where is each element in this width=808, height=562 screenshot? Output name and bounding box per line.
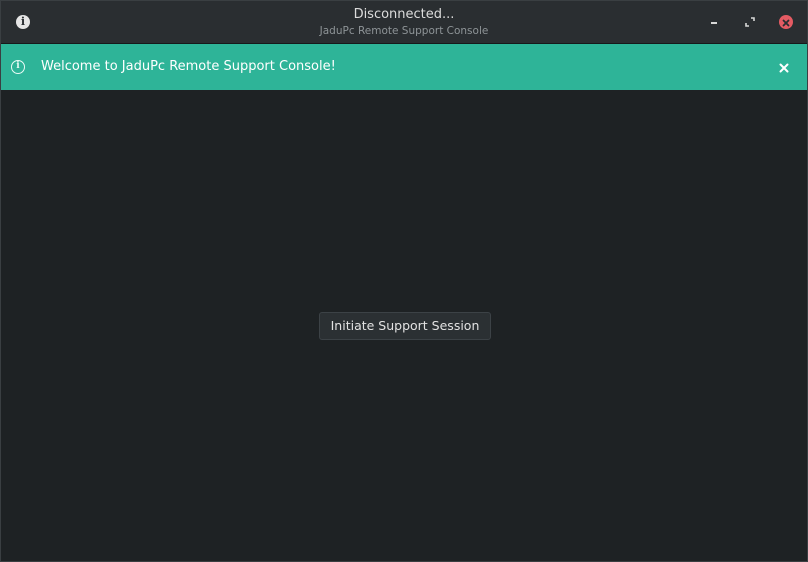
initiate-support-session-button[interactable]: Initiate Support Session [319, 312, 491, 340]
minimize-button[interactable] [706, 14, 722, 30]
banner-close-button[interactable] [777, 60, 791, 74]
close-icon [779, 63, 789, 73]
title-bar[interactable]: i Disconnected... JaduPc Remote Support … [1, 1, 807, 44]
app-window: i Disconnected... JaduPc Remote Support … [0, 0, 808, 562]
close-window-button[interactable] [778, 14, 794, 30]
close-icon [779, 15, 793, 29]
window-title-block: Disconnected... JaduPc Remote Support Co… [1, 6, 807, 38]
welcome-banner: i Welcome to JaduPc Remote Support Conso… [1, 44, 807, 90]
minimize-icon [711, 22, 717, 24]
maximize-button[interactable] [742, 14, 758, 30]
main-content: Initiate Support Session [1, 90, 807, 561]
window-title: Disconnected... [353, 7, 455, 22]
info-icon: i [11, 60, 25, 74]
window-subtitle: JaduPc Remote Support Console [319, 25, 489, 37]
banner-message: Welcome to JaduPc Remote Support Console… [41, 59, 336, 74]
maximize-icon [745, 17, 755, 27]
